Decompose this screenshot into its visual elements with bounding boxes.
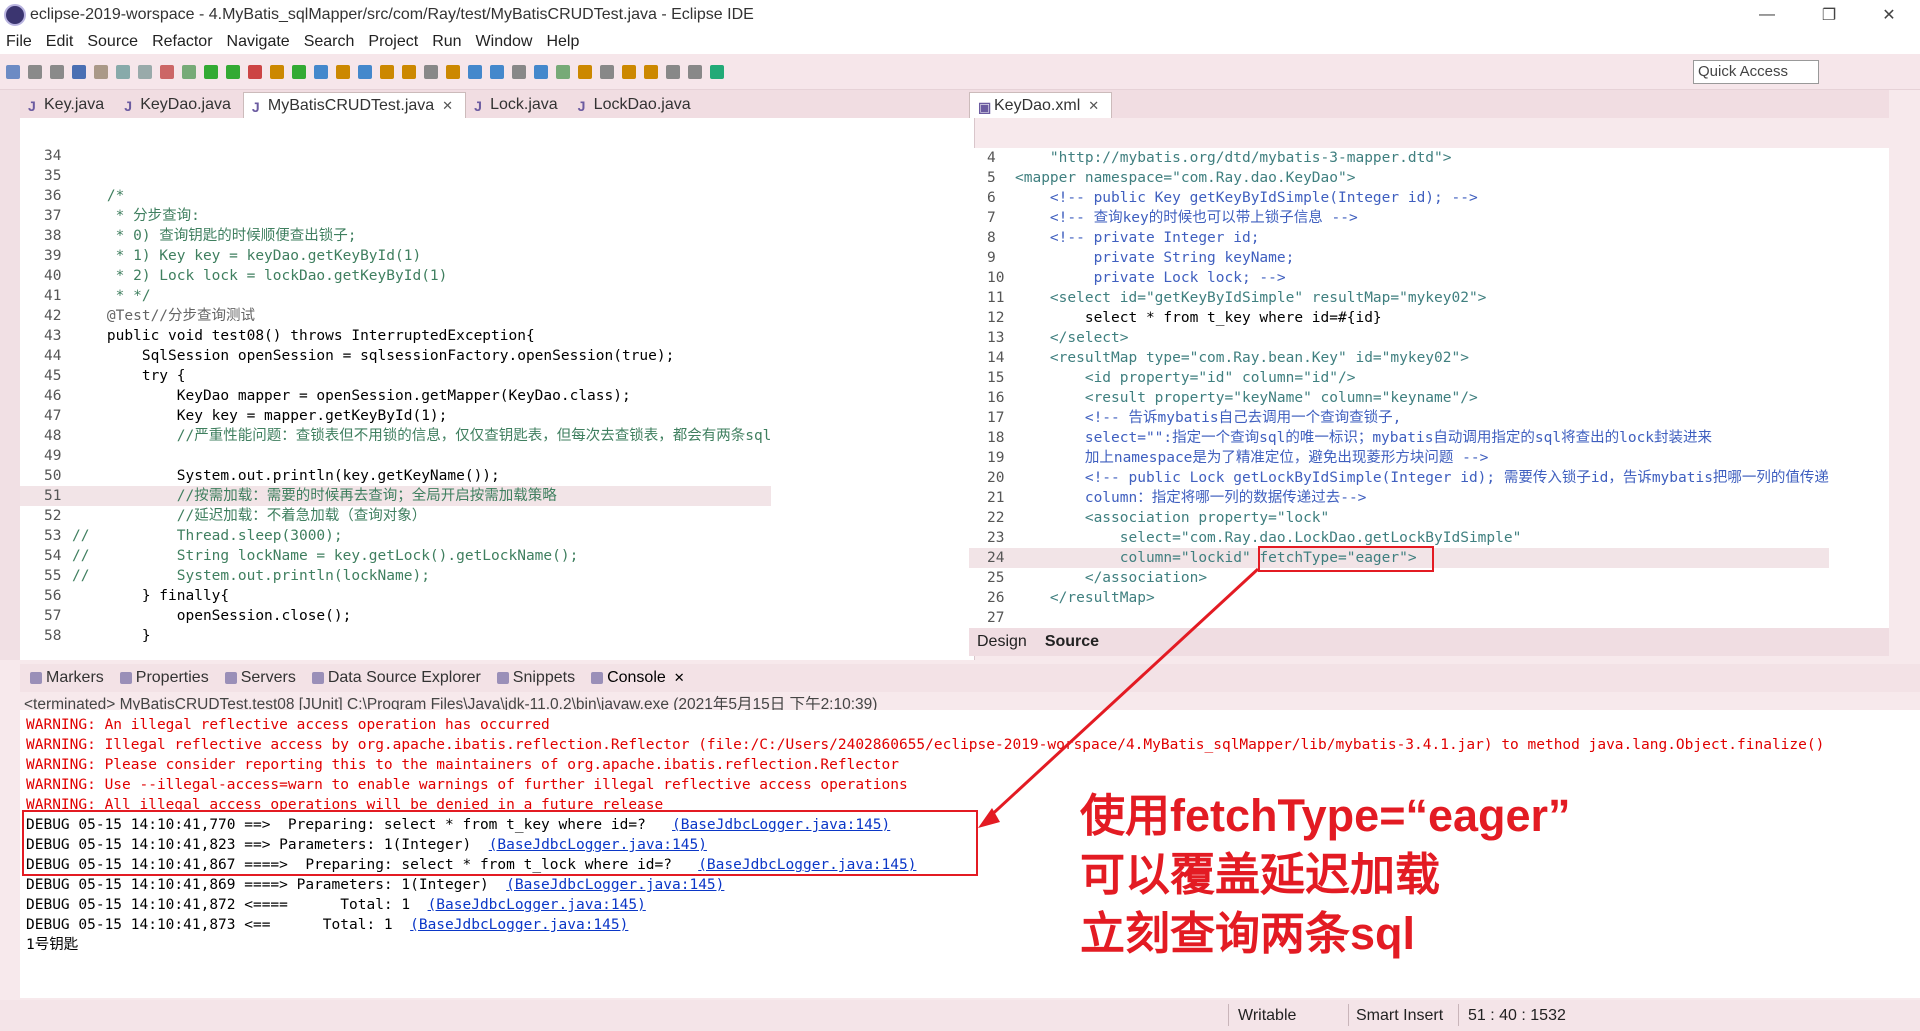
eclipse-window: eclipse-2019-worspace - 4.MyBatis_sqlMap…: [0, 0, 1920, 1031]
status-bar: Writable Smart Insert 51 : 40 : 1532: [0, 1000, 1920, 1031]
status-writable: Writable: [1238, 1007, 1297, 1024]
callout-line-2: 可以覆盖延迟加载: [1080, 849, 1441, 900]
status-insert-mode: Smart Insert: [1356, 1007, 1444, 1024]
callout-line-1: 使用fetchType=“eager”: [1080, 790, 1571, 841]
annotation-arrow: [978, 567, 1260, 828]
callout-line-3: 立刻查询两条sql: [1080, 908, 1416, 959]
status-cursor-position: 51 : 40 : 1532: [1468, 1007, 1566, 1024]
